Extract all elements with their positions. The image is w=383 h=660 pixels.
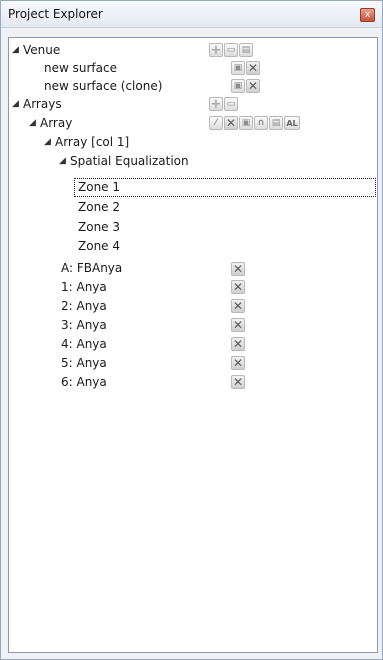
tree-node-label: 6: Anya [61, 375, 107, 389]
delete-icon[interactable]: ✕ [224, 116, 238, 130]
headphones-icon[interactable]: ∩ [254, 116, 268, 130]
element-5-actions: ✕ [231, 356, 245, 370]
tree-node-label: Array [col 1] [55, 135, 130, 149]
tree-node-label: 4: Anya [61, 337, 107, 351]
delete-icon[interactable]: ✕ [246, 79, 260, 93]
surface-actions: ▣ ✕ [231, 61, 260, 75]
tree-node-spatial-equalization[interactable]: ◢ Spatial Equalization [59, 152, 189, 170]
tree-node-zone-1[interactable]: Zone 1 [78, 178, 120, 196]
close-icon: x [364, 10, 371, 20]
copy-icon[interactable]: ▣ [231, 79, 245, 93]
expand-arrow-icon[interactable]: ◢ [44, 133, 55, 151]
copy-icon[interactable]: ▣ [239, 116, 253, 130]
delete-icon[interactable]: ✕ [231, 262, 245, 276]
tree-node-label: Venue [23, 43, 61, 57]
tree-node-venue[interactable]: ◢ Venue [12, 41, 60, 59]
tree-node-zone-3[interactable]: Zone 3 [78, 218, 120, 236]
expand-arrow-icon[interactable]: ◢ [12, 41, 23, 59]
copy-icon[interactable]: ▣ [231, 61, 245, 75]
delete-icon[interactable]: ✕ [231, 299, 245, 313]
edit-icon[interactable]: ▭ [224, 97, 238, 111]
element-4-actions: ✕ [231, 337, 245, 351]
tree-node-label: 1: Anya [61, 280, 107, 294]
project-explorer-window: Project Explorer x ◢ Venue + ▭ ▤ new surf… [0, 0, 383, 660]
venue-actions: + ▭ ▤ [209, 43, 253, 58]
tree-node-label: Spatial Equalization [70, 154, 189, 168]
element-2-actions: ✕ [231, 299, 245, 313]
tree-node-element-4[interactable]: 4: Anya [61, 335, 107, 353]
project-tree: ◢ Venue + ▭ ▤ new surface ▣ ✕ new surface… [8, 37, 378, 653]
tree-node-element-2[interactable]: 2: Anya [61, 297, 107, 315]
edit-icon[interactable]: ▭ [224, 43, 238, 57]
title-bar: Project Explorer x [1, 1, 382, 28]
tree-node-surface-clone[interactable]: new surface (clone) [44, 77, 162, 95]
tree-node-label: Zone 4 [78, 239, 120, 253]
delete-icon[interactable]: ✕ [231, 318, 245, 332]
tree-node-zone-2[interactable]: Zone 2 [78, 198, 120, 216]
surface-clone-actions: ▣ ✕ [231, 79, 260, 93]
expand-arrow-icon[interactable]: ◢ [59, 152, 70, 170]
expand-arrow-icon[interactable]: ◢ [29, 114, 40, 132]
close-button[interactable]: x [360, 8, 375, 22]
tree-node-label: A: FBAnya [61, 261, 123, 275]
tree-node-array[interactable]: ◢ Array [29, 114, 72, 132]
expand-arrow-icon[interactable]: ◢ [12, 95, 23, 113]
tree-node-label: Zone 2 [78, 200, 120, 214]
tree-node-label: new surface [44, 61, 117, 75]
tree-node-arrays[interactable]: ◢ Arrays [12, 95, 62, 113]
tree-node-array-column[interactable]: ◢ Array [col 1] [44, 133, 129, 151]
tree-node-surface[interactable]: new surface [44, 59, 117, 77]
arrays-actions: + ▭ [209, 97, 238, 112]
delete-icon[interactable]: ✕ [231, 337, 245, 351]
tree-node-label: new surface (clone) [44, 79, 163, 93]
delete-icon[interactable]: ✕ [231, 280, 245, 294]
delete-icon[interactable]: ✕ [231, 356, 245, 370]
element-6-actions: ✕ [231, 375, 245, 389]
add-icon[interactable]: + [209, 97, 223, 112]
tree-node-label: Zone 1 [78, 180, 120, 194]
delete-icon[interactable]: ✕ [231, 375, 245, 389]
tree-node-label: 3: Anya [61, 318, 107, 332]
tree-node-element-6[interactable]: 6: Anya [61, 373, 107, 391]
pencil-icon[interactable]: ⁄ [209, 116, 223, 130]
add-icon[interactable]: + [209, 43, 223, 58]
tree-node-label: 5: Anya [61, 356, 107, 370]
save-icon[interactable]: ▤ [269, 116, 283, 130]
tree-node-element-1[interactable]: 1: Anya [61, 278, 107, 296]
tree-node-label: Zone 3 [78, 220, 120, 234]
element-1-actions: ✕ [231, 280, 245, 294]
tree-node-zone-4[interactable]: Zone 4 [78, 237, 120, 255]
tree-node-label: Arrays [23, 97, 62, 111]
tree-node-element-3[interactable]: 3: Anya [61, 316, 107, 334]
al-icon[interactable]: AL [284, 116, 300, 130]
tree-node-label: Array [40, 116, 73, 130]
tree-node-label: 2: Anya [61, 299, 107, 313]
tree-node-element-a[interactable]: A: FBAnya [61, 259, 122, 277]
element-3-actions: ✕ [231, 318, 245, 332]
window-title: Project Explorer [8, 7, 103, 21]
element-a-actions: ✕ [231, 262, 245, 276]
array-actions: ⁄ ✕ ▣ ∩ ▤ AL [209, 116, 300, 130]
save-icon[interactable]: ▤ [239, 43, 253, 57]
tree-node-element-5[interactable]: 5: Anya [61, 354, 107, 372]
delete-icon[interactable]: ✕ [246, 61, 260, 75]
